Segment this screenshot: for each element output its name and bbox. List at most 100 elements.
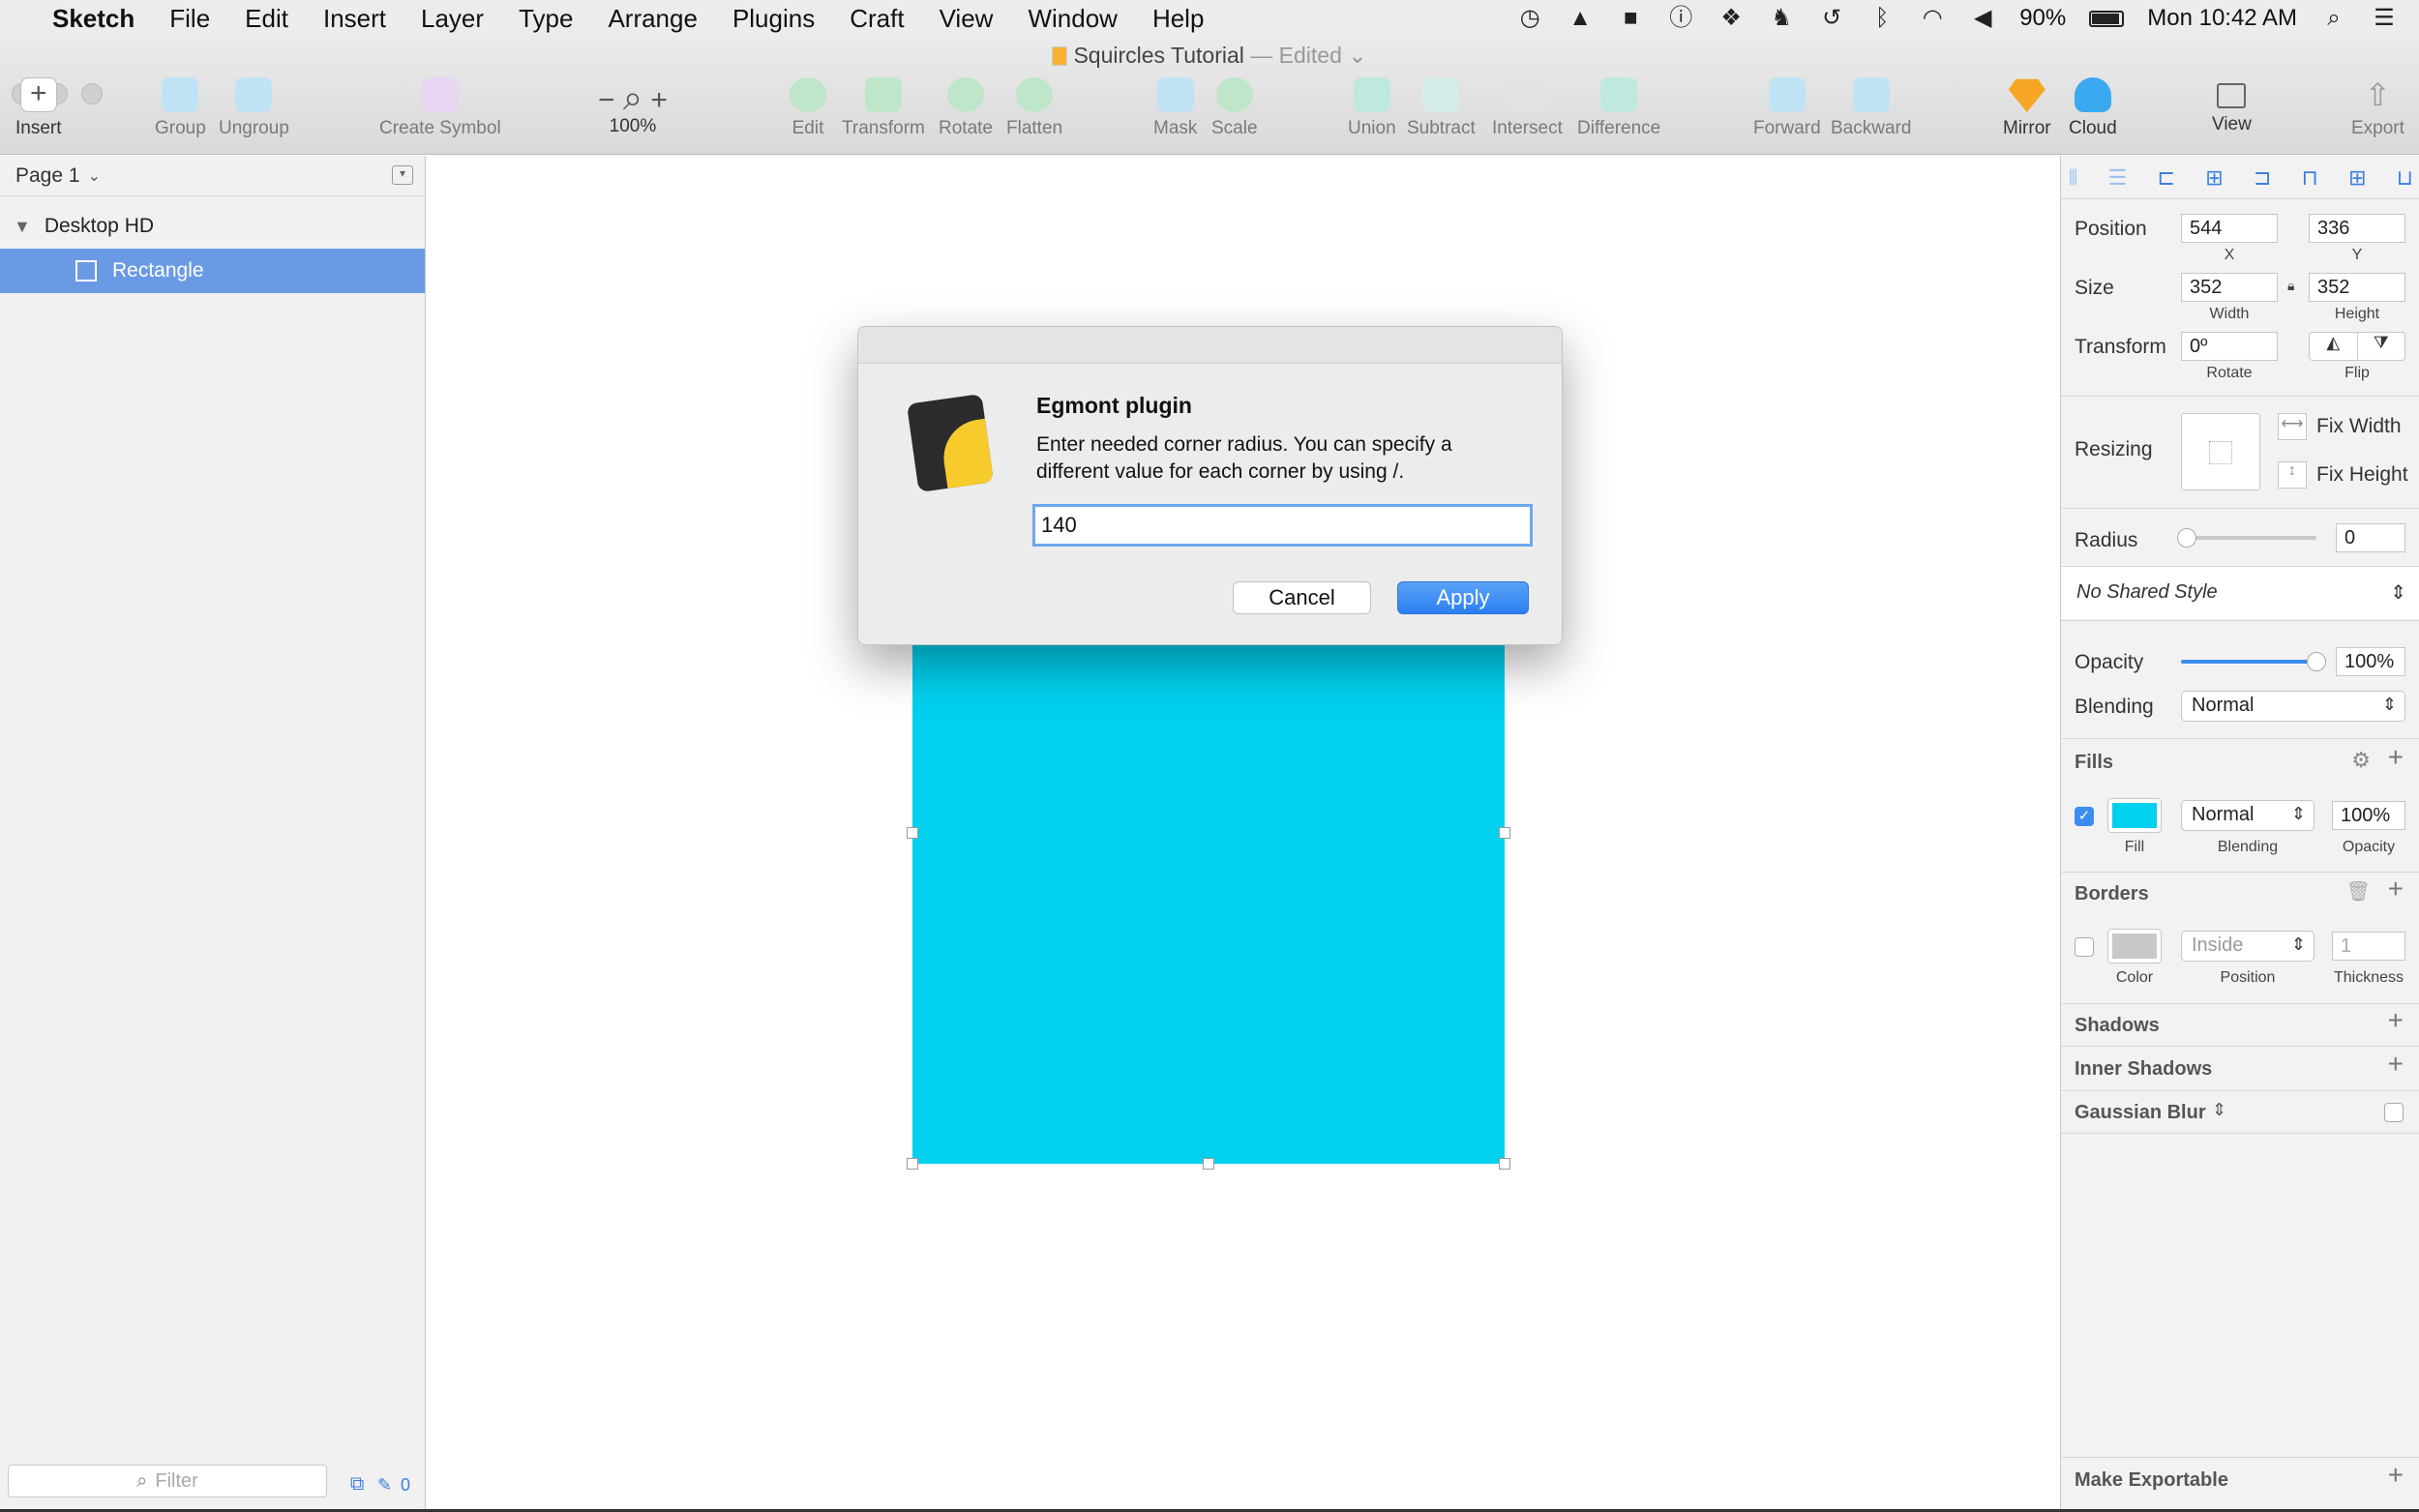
resize-handle[interactable]	[1499, 827, 1510, 839]
add-fill-icon[interactable]: +	[2388, 742, 2404, 773]
resize-handle[interactable]	[907, 1158, 918, 1170]
align-bottom-icon[interactable]: ⊔	[2397, 165, 2413, 200]
flip-vertical-icon[interactable]: ⧩	[2358, 333, 2405, 360]
scale-button[interactable]: Scale	[1211, 77, 1258, 139]
battery-icon[interactable]	[2089, 10, 2125, 27]
timer-icon[interactable]: ◷	[1516, 6, 1543, 31]
create-symbol-button[interactable]: Create Symbol	[379, 77, 501, 139]
trash-icon[interactable]: 🗑︎	[2346, 879, 2371, 904]
border-position-select[interactable]: Inside	[2181, 931, 2314, 962]
selected-rectangle[interactable]	[912, 596, 1505, 1164]
union-button[interactable]: Union	[1348, 77, 1396, 139]
shared-style-select[interactable]: No Shared Style ⇕	[2061, 567, 2419, 619]
insert-button[interactable]: + Insert	[15, 77, 62, 139]
artboard-row[interactable]: ▼ Desktop HD	[0, 204, 425, 249]
volume-icon[interactable]: ◀	[1969, 6, 1996, 31]
fill-blending-select[interactable]: Normal	[2181, 800, 2314, 831]
menu-insert[interactable]: Insert	[306, 4, 403, 34]
corner-radius-input[interactable]	[1032, 504, 1533, 547]
menu-help[interactable]: Help	[1135, 4, 1221, 34]
gaussian-blur-checkbox[interactable]	[2384, 1103, 2404, 1122]
layer-row-rectangle[interactable]: Rectangle	[0, 249, 425, 293]
difference-button[interactable]: Difference	[1577, 77, 1660, 139]
cancel-button[interactable]: Cancel	[1233, 581, 1371, 614]
width-field[interactable]	[2181, 273, 2278, 302]
border-enabled-checkbox[interactable]	[2075, 937, 2094, 957]
mirror-button[interactable]: Mirror	[2003, 77, 2051, 139]
fix-height-toggle[interactable]: ↕	[2278, 461, 2307, 489]
layer-filter-input[interactable]: ⌕ Filter	[8, 1465, 327, 1497]
add-inner-shadow-icon[interactable]: +	[2388, 1049, 2404, 1080]
radius-slider-knob[interactable]	[2177, 528, 2196, 548]
rotate-field[interactable]	[2181, 332, 2278, 361]
resize-handle[interactable]	[1499, 1158, 1510, 1170]
bluetooth-icon[interactable]: ᛒ	[1868, 6, 1896, 31]
blending-select[interactable]: Normal	[2181, 691, 2405, 722]
backward-button[interactable]: Backward	[1831, 77, 1911, 139]
dropbox-icon[interactable]: ❖	[1717, 6, 1745, 31]
menu-craft[interactable]: Craft	[832, 4, 921, 34]
menu-file[interactable]: File	[152, 4, 227, 34]
blur-type-updown-icon[interactable]: ⇕	[2212, 1100, 2226, 1120]
x-field[interactable]	[2181, 214, 2278, 243]
subtract-button[interactable]: Subtract	[1407, 77, 1476, 139]
menu-plugins[interactable]: Plugins	[715, 4, 832, 34]
lock-icon[interactable]: 🔒︎	[2287, 278, 2294, 294]
edit-button[interactable]: Edit	[790, 77, 826, 139]
gaussian-blur-title[interactable]: Gaussian Blur	[2075, 1102, 2206, 1124]
add-border-icon[interactable]: +	[2388, 874, 2404, 904]
page-selector[interactable]: Page 1 ⌄ ▾	[0, 156, 425, 196]
y-field[interactable]	[2309, 214, 2405, 243]
border-color-swatch[interactable]	[2107, 929, 2162, 964]
opacity-field[interactable]	[2336, 647, 2405, 676]
menu-layer[interactable]: Layer	[403, 4, 501, 34]
fill-color-swatch[interactable]	[2107, 798, 2162, 833]
distribute-vertical-icon[interactable]: ☰	[2108, 165, 2128, 200]
forward-button[interactable]: Forward	[1753, 77, 1821, 139]
drive-icon[interactable]: ▲	[1567, 6, 1594, 31]
fill-opacity-field[interactable]	[2332, 801, 2405, 830]
spotlight-icon[interactable]: ⌕	[2320, 6, 2347, 31]
view-button[interactable]: View	[2212, 77, 2252, 135]
opacity-slider[interactable]	[2181, 652, 2326, 671]
resize-handle[interactable]	[907, 827, 918, 839]
align-left-icon[interactable]: ⊏	[2158, 165, 2175, 200]
align-top-icon[interactable]: ⊓	[2302, 165, 2318, 200]
flip-horizontal-icon[interactable]: ◭	[2310, 333, 2358, 360]
align-right-icon[interactable]: ⊐	[2254, 165, 2271, 200]
flatten-button[interactable]: Flatten	[1006, 77, 1062, 139]
symbols-filter-icon[interactable]: ⧉	[350, 1473, 364, 1496]
edited-label[interactable]: — Edited ⌄	[1250, 43, 1366, 68]
collapse-pages-icon[interactable]: ▾	[392, 165, 413, 185]
border-thickness-field[interactable]	[2332, 932, 2405, 961]
menu-arrange[interactable]: Arrange	[590, 4, 715, 34]
radius-field[interactable]	[2336, 523, 2405, 552]
height-field[interactable]	[2309, 273, 2405, 302]
resizing-control[interactable]	[2181, 413, 2260, 490]
evernote-icon[interactable]: ♞	[1768, 6, 1795, 31]
rotate-button[interactable]: Rotate	[939, 77, 993, 139]
mask-button[interactable]: Mask	[1153, 77, 1197, 139]
menu-type[interactable]: Type	[501, 4, 590, 34]
cloud-button[interactable]: Cloud	[2069, 77, 2117, 139]
fill-enabled-checkbox[interactable]: ✓	[2075, 807, 2094, 826]
notification-center-icon[interactable]: ☰	[2371, 6, 2398, 31]
menu-window[interactable]: Window	[1010, 4, 1134, 34]
menu-app-sketch[interactable]: Sketch	[35, 4, 152, 34]
disclosure-triangle-icon[interactable]: ▼	[14, 217, 31, 237]
add-shadow-icon[interactable]: +	[2388, 1005, 2404, 1036]
export-button[interactable]: ⇧ Export	[2351, 77, 2404, 139]
menu-view[interactable]: View	[922, 4, 1011, 34]
clock[interactable]: Mon 10:42 AM	[2147, 5, 2297, 32]
wifi-icon[interactable]: ◠	[1919, 6, 1946, 31]
distribute-horizontal-icon[interactable]: ⫴	[2069, 165, 2077, 200]
time-machine-icon[interactable]: ↺	[1818, 6, 1845, 31]
resize-handle[interactable]	[1203, 1158, 1214, 1170]
add-export-icon[interactable]: +	[2388, 1460, 2404, 1491]
menu-edit[interactable]: Edit	[227, 4, 306, 34]
zoom-control[interactable]: − ⌕ + 100%	[598, 77, 668, 137]
align-middle-icon[interactable]: ⊞	[2348, 165, 2366, 200]
intersect-button[interactable]: Intersect	[1492, 77, 1563, 139]
password-icon[interactable]: ⓘ	[1667, 6, 1694, 31]
group-button[interactable]: Group	[155, 77, 206, 139]
